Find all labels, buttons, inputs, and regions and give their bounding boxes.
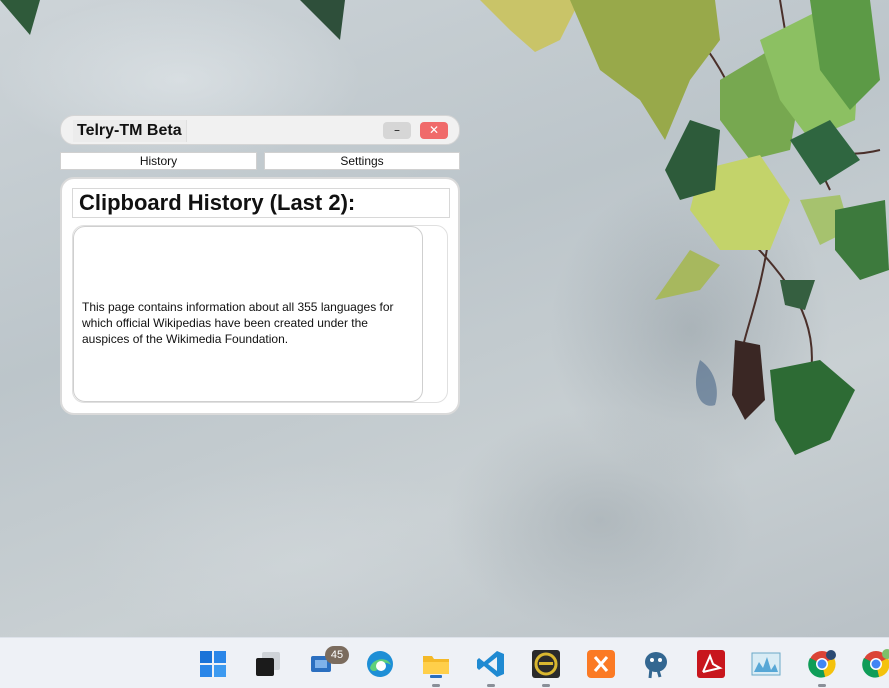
vscode-icon[interactable]	[475, 648, 507, 680]
task-view-icon[interactable]	[252, 648, 284, 680]
title-bar[interactable]: Telry-TM Beta – ✕	[60, 115, 460, 145]
postgresql-icon[interactable]	[640, 648, 672, 680]
tab-settings[interactable]: Settings	[264, 152, 460, 170]
chrome-profile-icon[interactable]	[860, 648, 889, 680]
file-explorer-icon[interactable]	[420, 648, 452, 680]
acrobat-icon[interactable]	[695, 648, 727, 680]
minimize-button[interactable]: –	[383, 122, 411, 139]
close-button[interactable]: ✕	[420, 122, 448, 139]
panel-heading: Clipboard History (Last 2):	[72, 188, 450, 218]
app-title: Telry-TM Beta	[73, 120, 187, 142]
taskbar	[0, 637, 889, 688]
chrome-icon[interactable]	[806, 648, 838, 680]
clipboard-item[interactable]: This page contains information about all…	[73, 226, 423, 402]
history-panel: Clipboard History (Last 2): This page co…	[60, 177, 460, 415]
notification-badge: 45	[325, 646, 349, 664]
performance-monitor-icon[interactable]	[750, 648, 782, 680]
edge-icon[interactable]	[364, 648, 396, 680]
history-scroll-area[interactable]: This page contains information about all…	[72, 225, 448, 403]
clipboard-item-text: This page contains information about all…	[82, 300, 394, 346]
tab-history[interactable]: History	[60, 152, 257, 170]
windows-start-icon[interactable]	[197, 648, 229, 680]
eclipse-icon[interactable]	[530, 648, 562, 680]
xampp-icon[interactable]	[585, 648, 617, 680]
telry-app-window: Telry-TM Beta – ✕ History Settings Clipb…	[60, 115, 460, 415]
